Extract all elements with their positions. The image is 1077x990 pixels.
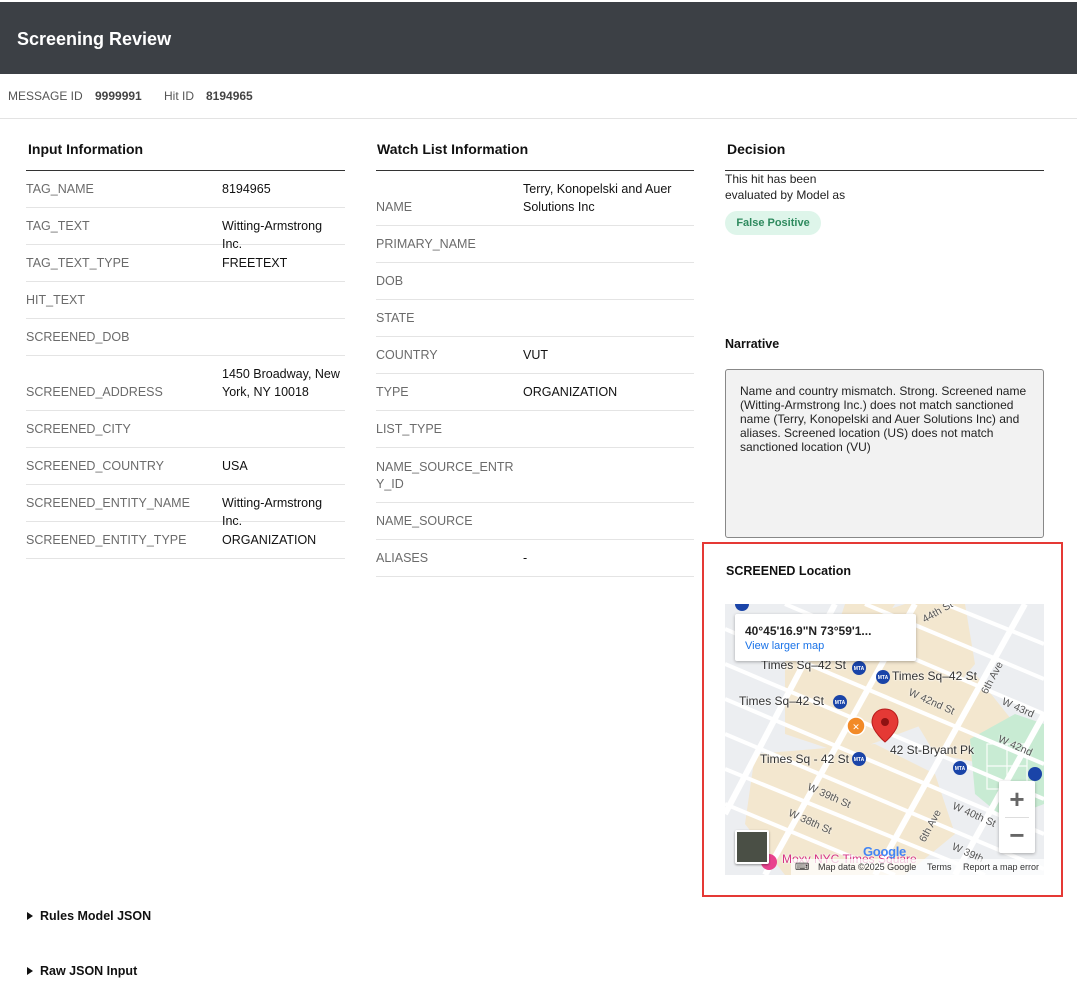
terms-link[interactable]: Terms <box>927 862 952 872</box>
field-label: TAG_NAME <box>26 182 94 196</box>
decision-title: Decision <box>727 141 786 157</box>
zoom-in-button[interactable]: + <box>999 781 1035 817</box>
satellite-toggle-button[interactable] <box>735 830 769 864</box>
table-row: NAME Terry, Konopelski and Auer Solution… <box>376 171 694 226</box>
table-row: HIT_TEXT <box>26 282 345 319</box>
view-larger-map-link[interactable]: View larger map <box>745 640 824 652</box>
narrative-title: Narrative <box>725 337 780 351</box>
svg-text:MTA: MTA <box>835 700 846 706</box>
table-row: PRIMARY_NAME <box>376 226 694 263</box>
field-value: 8194965 <box>222 182 271 196</box>
screened-location-title: SCREENED Location <box>726 564 852 578</box>
zoom-control: + − <box>999 781 1035 853</box>
table-row: TAG_TEXT Witting-Armstrong Inc. <box>26 208 345 251</box>
coordinate-readout: 40°45'16.9"N 73°59'1... <box>745 624 872 638</box>
table-row: TAG_TEXT_TYPE FREETEXT <box>26 245 345 282</box>
meta-bar: MESSAGE ID 9999991 Hit ID 8194965 <box>0 74 1077 119</box>
field-label: SCREENED_COUNTRY <box>26 459 164 473</box>
map-footer: ⌨ Map data ©2025 Google Terms Report a m… <box>791 859 1044 875</box>
field-label: ALIASES <box>376 551 429 565</box>
field-label: PRIMARY_NAME <box>376 237 476 251</box>
field-label: COUNTRY <box>376 348 438 362</box>
input-information-title: Input Information <box>28 141 144 157</box>
page-title: Screening Review <box>17 29 172 49</box>
svg-text:MTA: MTA <box>955 766 966 772</box>
map-place-label: 42 St-Bryant Pk <box>890 743 975 757</box>
zoom-out-button[interactable]: − <box>999 817 1035 853</box>
table-row: ALIASES - <box>376 540 694 577</box>
map-place-label: Times Sq–42 St <box>739 694 824 708</box>
field-value: FREETEXT <box>222 256 288 270</box>
field-value: USA <box>222 459 248 473</box>
table-row: NAME_SOURCE_ENTRY_ID <box>376 448 694 503</box>
field-label: SCREENED_ADDRESS <box>26 385 163 399</box>
table-row: SCREENED_ADDRESS 1450 Broadway, New York… <box>26 356 345 411</box>
table-row: SCREENED_ENTITY_NAME Witting-Armstrong I… <box>26 485 345 528</box>
app-header: Screening Review <box>0 2 1077 74</box>
table-row: DOB <box>376 263 694 300</box>
table-row: TAG_NAME 8194965 <box>26 171 345 208</box>
svg-text:MTA: MTA <box>878 675 889 681</box>
caret-right-icon <box>27 967 33 975</box>
decision-text: This hit has been evaluated by Model as <box>725 172 846 202</box>
field-value: ORGANIZATION <box>523 385 618 399</box>
keyboard-icon[interactable]: ⌨ <box>795 862 809 873</box>
field-label: TAG_TEXT <box>26 219 90 233</box>
field-label: SCREENED_DOB <box>26 330 130 344</box>
message-id-value: 9999991 <box>95 89 142 103</box>
status-badge: False Positive <box>725 211 821 235</box>
google-logo: Google <box>863 844 906 859</box>
field-label: NAME <box>376 200 413 214</box>
svg-text:✕: ✕ <box>852 723 860 733</box>
field-value: Terry, Konopelski and Auer Solutions Inc <box>523 182 672 214</box>
table-row: TYPE ORGANIZATION <box>376 374 694 411</box>
field-value: - <box>523 551 528 565</box>
table-row: STATE <box>376 300 694 337</box>
watch-list-title: Watch List Information <box>377 141 529 157</box>
field-label: LIST_TYPE <box>376 422 442 436</box>
hit-id-label: Hit ID <box>164 89 194 103</box>
field-label: SCREENED_ENTITY_NAME <box>26 496 190 510</box>
table-row: SCREENED_ENTITY_TYPE ORGANIZATION <box>26 522 345 559</box>
field-value: 1450 Broadway, New York, NY 10018 <box>222 367 340 399</box>
field-value: ORGANIZATION <box>222 533 317 547</box>
map-place-label: Times Sq - 42 St <box>760 752 849 766</box>
field-label: NAME_SOURCE <box>376 514 473 528</box>
table-row: SCREENED_DOB <box>26 319 345 356</box>
field-value: VUT <box>523 348 548 362</box>
caret-right-icon <box>27 912 33 920</box>
svg-text:MTA: MTA <box>854 666 865 672</box>
message-id-label: MESSAGE ID <box>8 89 83 103</box>
field-label: STATE <box>376 311 415 325</box>
svg-text:MTA: MTA <box>854 757 865 763</box>
rules-model-json-toggle[interactable]: Rules Model JSON <box>27 909 151 923</box>
field-label: HIT_TEXT <box>26 293 86 307</box>
table-row: SCREENED_CITY <box>26 411 345 448</box>
field-label: DOB <box>376 274 404 288</box>
field-label: SCREENED_ENTITY_TYPE <box>26 533 187 547</box>
map-data-attribution: Map data ©2025 Google <box>818 862 917 872</box>
raw-json-input-label: Raw JSON Input <box>40 964 138 978</box>
raw-json-input-toggle[interactable]: Raw JSON Input <box>27 964 137 978</box>
report-map-error-link[interactable]: Report a map error <box>963 862 1039 872</box>
field-label: TYPE <box>376 385 409 399</box>
hit-id-value: 8194965 <box>206 89 253 103</box>
field-label: TAG_TEXT_TYPE <box>26 256 130 270</box>
field-label: NAME_SOURCE_ENTRY_ID <box>376 460 514 491</box>
narrative-textarea[interactable]: Name and country mismatch. Strong. Scree… <box>725 369 1044 538</box>
table-row: LIST_TYPE <box>376 411 694 448</box>
coordinate-card: 40°45'16.9"N 73°59'1... View larger map <box>735 614 916 661</box>
rules-model-json-label: Rules Model JSON <box>40 909 152 923</box>
table-row: SCREENED_COUNTRY USA <box>26 448 345 485</box>
map-place-label: Times Sq–42 St <box>892 669 977 683</box>
table-row: NAME_SOURCE <box>376 503 694 540</box>
field-label: SCREENED_CITY <box>26 422 131 436</box>
location-map[interactable]: MTA MTA MTA MTA MTA ✕ Times Sq–42 St Tim… <box>725 604 1044 875</box>
table-row: COUNTRY VUT <box>376 337 694 374</box>
